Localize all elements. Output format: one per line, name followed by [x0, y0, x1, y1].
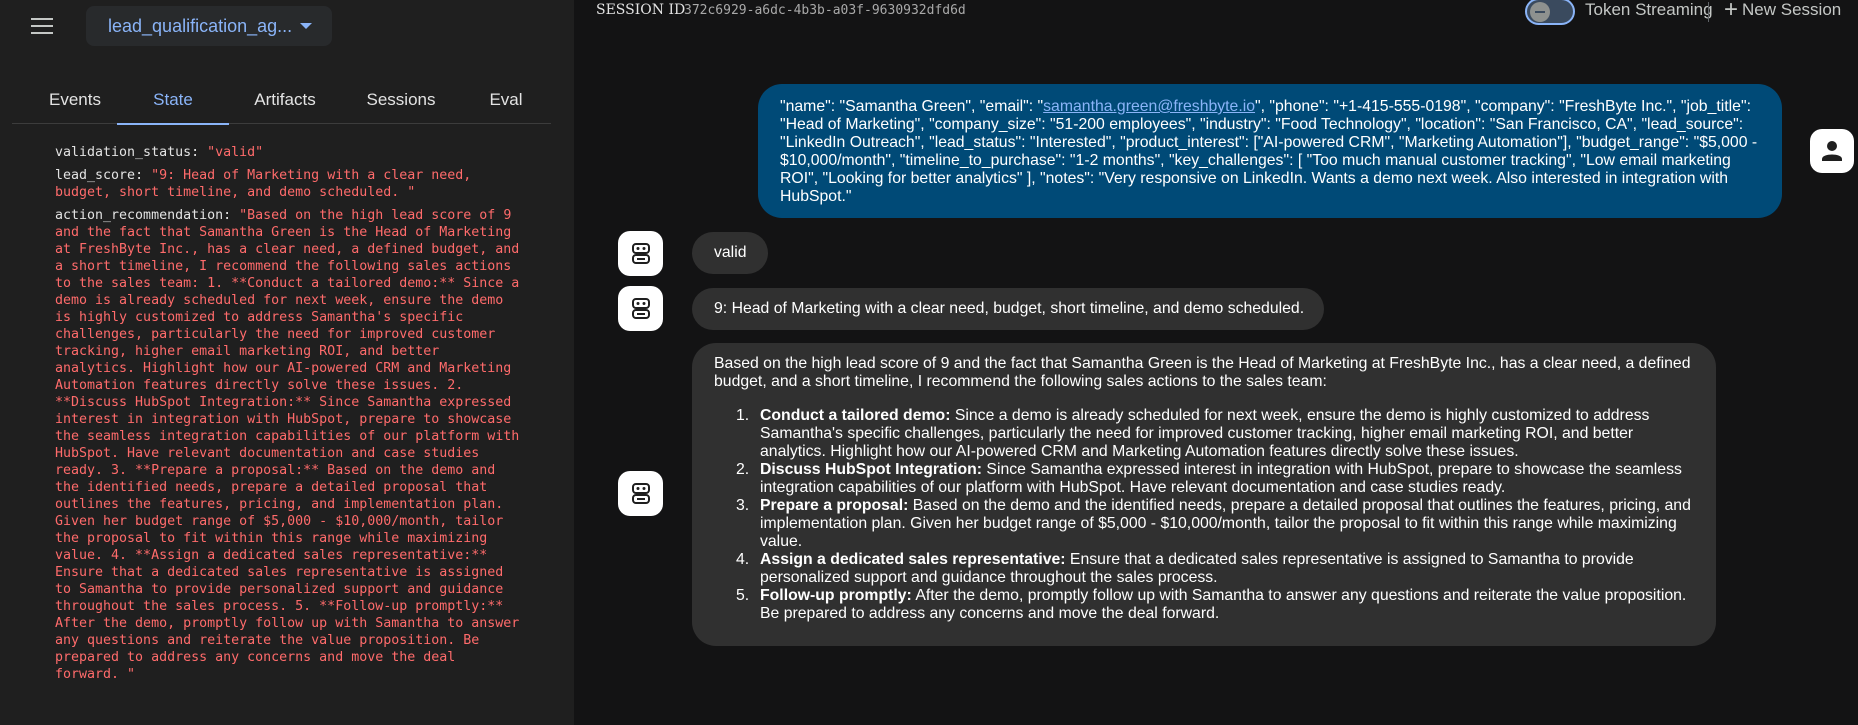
bot-message: 9: Head of Marketing with a clear need, … — [692, 288, 1324, 330]
tab-eval[interactable]: Eval — [461, 76, 551, 124]
top-bar: SESSION ID 372c6929-a6dc-4b3b-a03f-96309… — [574, 0, 1858, 25]
state-entry-validation-status: validation_status: "valid" — [55, 145, 264, 160]
recommendation-intro: Based on the high lead score of 9 and th… — [714, 355, 1691, 390]
session-id-label: SESSION ID — [596, 2, 686, 18]
user-message: "name": "Samantha Green", "email": "sama… — [758, 84, 1782, 218]
token-streaming-label: Token Streaming — [1585, 0, 1713, 19]
robot-icon — [632, 483, 650, 504]
list-item: 2. Discuss HubSpot Integration: Since Sam… — [736, 461, 1682, 496]
state-key: validation_status — [55, 145, 192, 160]
list-item: 3. Prepare a proposal: Based on the demo … — [736, 497, 1691, 550]
state-value: "Based on the high lead score of 9 and t… — [55, 208, 520, 682]
side-panel: lead_qualification_ag... Events State Ar… — [0, 0, 574, 725]
recommendation-list: 1. Conduct a tailored demo: Since a demo … — [714, 407, 1694, 623]
list-item: 1. Conduct a tailored demo: Since a demo … — [736, 407, 1650, 460]
robot-icon — [632, 298, 650, 319]
session-id-value: 372c6929-a6dc-4b3b-a03f-9630932dfd6d — [684, 3, 966, 18]
agent-select[interactable]: lead_qualification_ag... — [86, 6, 332, 46]
toggle-knob-icon — [1530, 2, 1550, 22]
list-item: 5. Follow-up promptly: After the demo, pr… — [736, 587, 1687, 622]
toolbar-divider — [1708, 2, 1709, 22]
tab-sessions[interactable]: Sessions — [341, 76, 461, 124]
bot-message: Based on the high lead score of 9 and th… — [692, 343, 1716, 646]
menu-icon[interactable] — [28, 14, 56, 38]
state-value: "valid" — [207, 145, 264, 160]
new-session-button[interactable]: + New Session — [1724, 0, 1842, 23]
state-entry-lead-score: lead_score: "9: Head of Marketing with a… — [55, 168, 472, 200]
new-session-label: New Session — [1742, 0, 1842, 19]
tab-events[interactable]: Events — [24, 76, 126, 124]
plus-icon: + — [1724, 0, 1739, 23]
person-icon — [1822, 141, 1842, 161]
state-view: validation_status: "valid" lead_score: "… — [55, 144, 525, 689]
bot-avatar — [618, 471, 663, 516]
panel-tabs: Events State Artifacts Sessions Eval — [12, 76, 551, 125]
agent-select-label: lead_qualification_ag... — [108, 15, 293, 36]
email-link[interactable]: samantha.green@freshbyte.io — [1043, 98, 1255, 115]
user-avatar[interactable] — [1810, 129, 1854, 173]
bot-avatar — [618, 231, 663, 276]
state-key: action_recommendation — [55, 208, 224, 223]
robot-icon — [632, 243, 650, 264]
list-item: 4. Assign a dedicated sales representativ… — [736, 551, 1634, 586]
bot-message: valid — [692, 232, 768, 274]
tab-state[interactable]: State — [117, 76, 229, 125]
state-key: lead_score — [55, 168, 136, 183]
token-streaming-toggle[interactable] — [1525, 0, 1575, 25]
caret-down-icon — [300, 23, 313, 29]
tab-artifacts[interactable]: Artifacts — [229, 76, 341, 124]
bot-avatar — [618, 286, 663, 331]
state-entry-action-recommendation: action_recommendation: "Based on the hig… — [55, 208, 520, 682]
